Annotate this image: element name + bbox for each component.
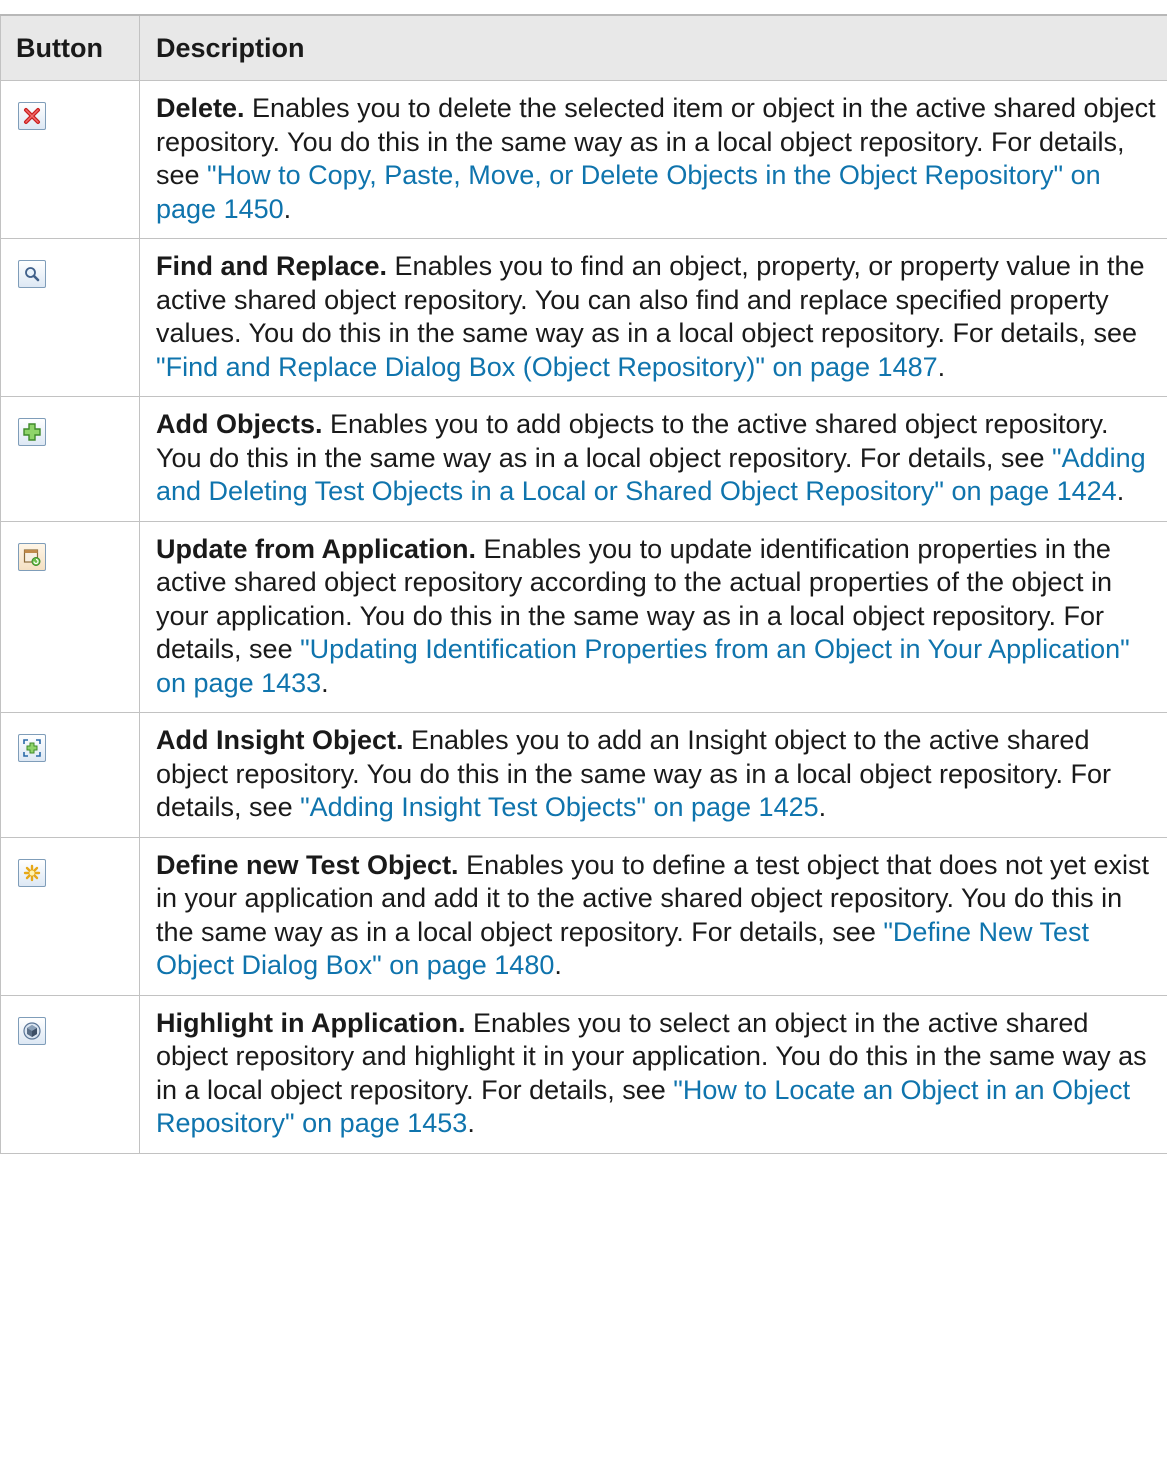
table-row: Update from Application. Enables you to … — [0, 520, 1167, 713]
item-tail: . — [554, 950, 562, 980]
item-tail: . — [937, 351, 946, 382]
cross-reference-link[interactable]: "How to Copy, Paste, Move, or Delete Obj… — [156, 160, 1101, 224]
description-cell: Add Insight Object. Enables you to add a… — [139, 712, 1167, 838]
table-row: Highlight in Application. Enables you to… — [0, 994, 1167, 1154]
add-insight-object-icon — [18, 734, 46, 762]
item-title: Add Objects. — [156, 409, 323, 439]
item-tail: . — [818, 792, 827, 822]
cross-reference-link[interactable]: "Adding Insight Test Objects" on page 14… — [300, 792, 819, 822]
table-row: Add Insight Object. Enables you to add a… — [0, 712, 1167, 838]
button-cell — [0, 712, 140, 838]
table-row: Find and Replace. Enables you to find an… — [0, 238, 1167, 397]
define-new-test-object-icon — [18, 858, 46, 887]
cross-reference-link[interactable]: "Updating Identification Properties from… — [156, 634, 1130, 698]
item-title: Highlight in Application. — [156, 1007, 466, 1038]
add-objects-icon — [18, 418, 46, 446]
header-description: Description — [139, 14, 1167, 81]
item-tail: . — [1116, 476, 1125, 506]
item-title: Find and Replace. — [156, 251, 388, 281]
header-button: Button — [0, 14, 140, 81]
button-cell — [0, 238, 140, 397]
button-cell — [0, 994, 140, 1154]
table-row: Add Objects. Enables you to add objects … — [0, 396, 1167, 522]
description-cell: Define new Test Object. Enables you to d… — [139, 836, 1167, 996]
button-cell — [0, 836, 140, 996]
table-row: Define new Test Object. Enables you to d… — [0, 836, 1167, 996]
item-title: Delete. — [156, 93, 245, 123]
item-title: Add Insight Object. — [156, 725, 404, 755]
delete-icon — [18, 102, 46, 130]
description-cell: Delete. Enables you to delete the select… — [139, 80, 1167, 239]
button-reference-table-container: Button Description Delete. Enables you t… — [0, 14, 1167, 1473]
description-cell: Find and Replace. Enables you to find an… — [139, 238, 1167, 397]
cross-reference-link[interactable]: "Find and Replace Dialog Box (Object Rep… — [156, 352, 938, 382]
item-tail: . — [467, 1108, 475, 1138]
button-cell — [0, 80, 140, 239]
item-title: Update from Application. — [156, 533, 477, 564]
item-title: Define new Test Object. — [156, 849, 459, 880]
item-tail: . — [283, 193, 292, 224]
button-cell — [0, 396, 140, 522]
table-row: Delete. Enables you to delete the select… — [0, 80, 1167, 239]
description-cell: Add Objects. Enables you to add objects … — [139, 396, 1167, 522]
button-cell — [0, 520, 140, 713]
highlight-in-application-icon — [18, 1016, 46, 1045]
description-cell: Update from Application. Enables you to … — [139, 520, 1167, 713]
item-tail: . — [321, 667, 329, 698]
description-cell: Highlight in Application. Enables you to… — [139, 994, 1167, 1154]
button-reference-table: Button Description Delete. Enables you t… — [0, 14, 1167, 1154]
find-replace-icon — [18, 260, 46, 288]
update-from-application-icon — [18, 542, 46, 571]
table-header-row: Button Description — [0, 14, 1167, 81]
